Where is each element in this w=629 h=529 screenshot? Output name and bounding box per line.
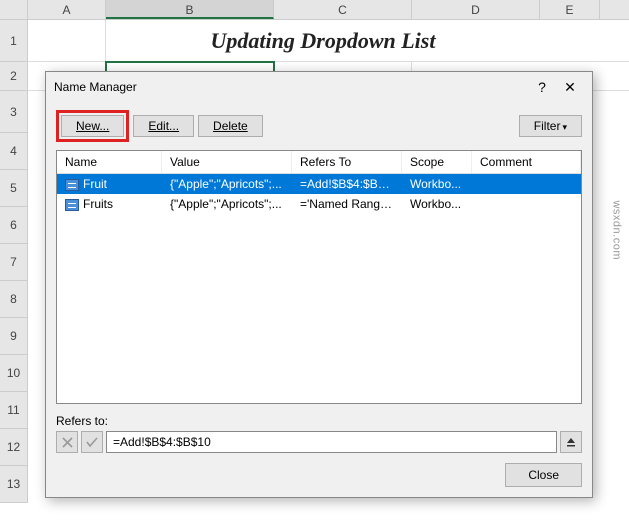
row-header-7[interactable]: 7 — [0, 244, 28, 281]
chevron-down-icon: ▾ — [562, 122, 567, 132]
col-header-e[interactable]: E — [540, 0, 600, 19]
col-refers[interactable]: Refers To — [292, 151, 402, 173]
row-header-4[interactable]: 4 — [0, 133, 28, 170]
table-icon — [65, 179, 79, 191]
close-button[interactable]: Close — [505, 463, 582, 487]
highlight-box: New... — [56, 110, 129, 142]
col-header-d[interactable]: D — [412, 0, 540, 19]
dialog-title: Name Manager — [54, 80, 528, 94]
title-cell[interactable]: Updating Dropdown List — [106, 20, 540, 61]
name-manager-dialog: Name Manager ? ✕ New... Edit... Delete F… — [45, 71, 593, 498]
new-button[interactable]: New... — [61, 115, 124, 137]
table-icon — [65, 199, 79, 211]
check-icon — [86, 437, 98, 448]
confirm-edit-button[interactable] — [81, 431, 103, 453]
select-all-corner[interactable] — [0, 0, 28, 19]
row-header-6[interactable]: 6 — [0, 207, 28, 244]
row-header-13[interactable]: 13 — [0, 466, 28, 503]
row-header-1[interactable]: 1 — [0, 20, 28, 62]
collapse-dialog-button[interactable] — [560, 431, 582, 453]
help-button[interactable]: ? — [528, 79, 556, 95]
name-list[interactable]: Name Value Refers To Scope Comment Fruit… — [56, 150, 582, 404]
edit-button[interactable]: Edit... — [133, 115, 194, 137]
refers-to-input[interactable] — [106, 431, 557, 453]
row-header-11[interactable]: 11 — [0, 392, 28, 429]
row-header-10[interactable]: 10 — [0, 355, 28, 392]
col-header-b[interactable]: B — [106, 0, 274, 19]
cancel-edit-button[interactable] — [56, 431, 78, 453]
delete-button[interactable]: Delete — [198, 115, 263, 137]
row-header-9[interactable]: 9 — [0, 318, 28, 355]
watermark: wsxdn.com — [611, 200, 623, 260]
list-item[interactable]: Fruits {"Apple";"Apricots";... ='Named R… — [57, 194, 581, 214]
col-header-c[interactable]: C — [274, 0, 412, 19]
list-item[interactable]: Fruit {"Apple";"Apricots";... =Add!$B$4:… — [57, 174, 581, 194]
col-header-a[interactable]: A — [28, 0, 106, 19]
close-icon[interactable]: ✕ — [556, 79, 584, 96]
row-header-12[interactable]: 12 — [0, 429, 28, 466]
col-scope[interactable]: Scope — [402, 151, 472, 173]
cell-a1[interactable] — [28, 20, 106, 61]
filter-button[interactable]: Filter▾ — [519, 115, 582, 137]
arrow-up-icon — [565, 436, 577, 448]
refers-to-label: Refers to: — [56, 414, 582, 428]
list-header: Name Value Refers To Scope Comment — [57, 151, 581, 174]
col-comment[interactable]: Comment — [472, 151, 581, 173]
dialog-titlebar[interactable]: Name Manager ? ✕ — [46, 72, 592, 102]
x-icon — [62, 437, 73, 448]
row-header-3[interactable]: 3 — [0, 91, 28, 133]
row-header-8[interactable]: 8 — [0, 281, 28, 318]
col-value[interactable]: Value — [162, 151, 292, 173]
row-header-5[interactable]: 5 — [0, 170, 28, 207]
row-header-2[interactable]: 2 — [0, 62, 28, 91]
col-name[interactable]: Name — [57, 151, 162, 173]
